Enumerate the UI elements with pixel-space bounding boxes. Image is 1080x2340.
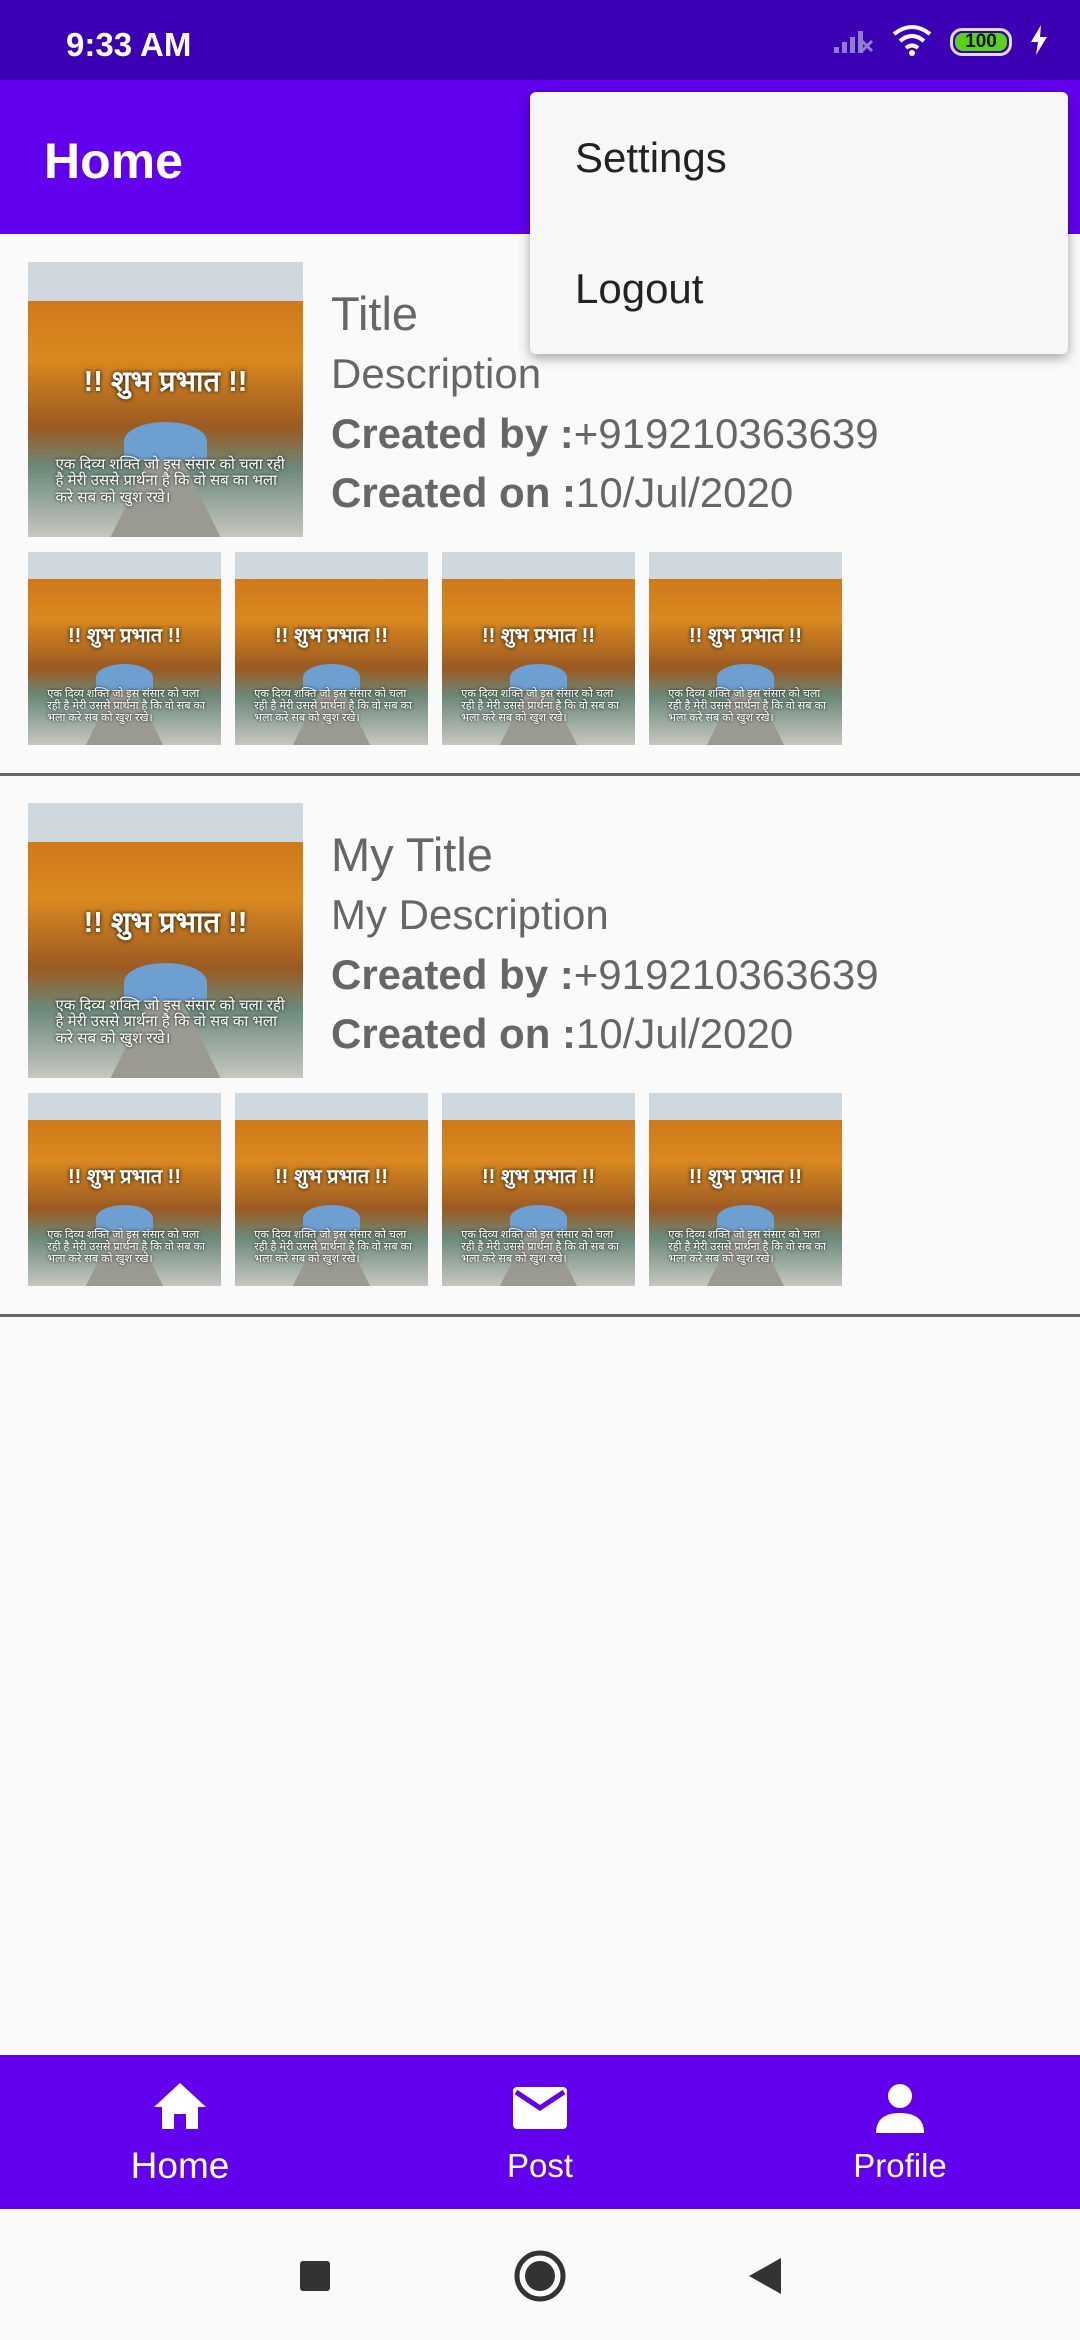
wifi-icon: [892, 24, 932, 61]
image-quote: एक दिव्य शक्ति जो इस संसार को चला रही है…: [254, 688, 412, 724]
image-greeting: !! शुभ प्रभात !!: [482, 625, 595, 648]
signal-icon: [832, 25, 874, 60]
post-gallery-image[interactable]: !! शुभ प्रभात !! एक दिव्य शक्ति जो इस सं…: [28, 1093, 221, 1286]
post-created-by: Created by :+919210363639: [331, 945, 879, 1004]
image-greeting: !! शुभ प्रभात !!: [275, 625, 388, 648]
created-by-label: Created by :: [331, 951, 574, 998]
post-gallery-image[interactable]: !! शुभ प्रभात !! एक दिव्य शक्ति जो इस सं…: [28, 552, 221, 745]
home-icon: [151, 2077, 209, 2135]
image-greeting: !! शुभ प्रभात !!: [275, 1166, 388, 1189]
post-gallery-image[interactable]: !! शुभ प्रभात !! एक दिव्य शक्ति जो इस सं…: [235, 1093, 428, 1286]
image-greeting: !! शुभ प्रभात !!: [68, 625, 181, 648]
post-gallery-image[interactable]: !! शुभ प्रभात !! एक दिव्य शक्ति जो इस सं…: [442, 552, 635, 745]
image-greeting: !! शुभ प्रभात !!: [482, 1166, 595, 1189]
mail-icon: [511, 2079, 569, 2137]
image-quote: एक दिव्य शक्ति जो इस संसार को चला रही है…: [461, 688, 619, 724]
charging-icon: [1030, 24, 1048, 60]
post-created-on: Created on :10/Jul/2020: [331, 463, 879, 522]
post-gallery-image[interactable]: !! शुभ प्रभात !! एक दिव्य शक्ति जो इस सं…: [235, 552, 428, 745]
menu-item-logout[interactable]: Logout: [530, 223, 1068, 354]
nav-label-profile: Profile: [853, 2147, 947, 2184]
image-greeting: !! शुभ प्रभात !!: [689, 1166, 802, 1189]
image-quote: एक दिव्य शक्ति जो इस संसार को चला रही है…: [461, 1229, 619, 1265]
nav-item-post[interactable]: Post: [360, 2055, 720, 2209]
system-navigation-bar: [0, 2209, 1080, 2340]
nav-label-post: Post: [506, 2147, 574, 2184]
image-quote: एक दिव्य शक्ति जो इस संसार को चला रही है…: [55, 997, 285, 1047]
image-quote: एक दिव्य शक्ति जो इस संसार को चला रही है…: [55, 456, 285, 506]
image-quote: एक दिव्य शक्ति जो इस संसार को चला रही है…: [47, 1229, 205, 1265]
post-gallery-image[interactable]: !! शुभ प्रभात !! एक दिव्य शक्ति जो इस सं…: [649, 1093, 842, 1286]
nav-item-home[interactable]: Home: [0, 2055, 360, 2209]
image-quote: एक दिव्य शक्ति जो इस संसार को चला रही है…: [47, 688, 205, 724]
overflow-menu: Settings Logout: [530, 92, 1068, 354]
back-triangle-icon[interactable]: [738, 2249, 792, 2303]
recents-square-icon[interactable]: [288, 2249, 342, 2303]
created-by-value: +919210363639: [573, 951, 879, 998]
page-title: Home: [44, 133, 183, 189]
menu-item-settings[interactable]: Settings: [530, 92, 1068, 223]
post-main-image[interactable]: !! शुभ प्रभात !! एक दिव्य शक्ति जो इस सं…: [28, 262, 303, 537]
created-on-value: 10/Jul/2020: [576, 1010, 794, 1057]
image-greeting: !! शुभ प्रभात !!: [83, 366, 248, 398]
image-greeting: !! शुभ प्रभात !!: [68, 1166, 181, 1189]
nav-label-home: Home: [130, 2145, 230, 2186]
status-time: 9:33 AM: [66, 26, 192, 63]
battery-icon: 100: [950, 28, 1012, 56]
image-quote: एक दिव्य शक्ति जो इस संसार को चला रही है…: [668, 688, 826, 724]
post-created-on: Created on :10/Jul/2020: [331, 1004, 879, 1063]
post-created-by: Created by :+919210363639: [331, 404, 879, 463]
nav-item-profile[interactable]: Profile: [720, 2055, 1080, 2209]
post-main-image[interactable]: !! शुभ प्रभात !! एक दिव्य शक्ति जो इस सं…: [28, 803, 303, 1078]
bottom-navigation: Home Post Profile: [0, 2055, 1080, 2209]
created-by-label: Created by :: [331, 410, 574, 457]
person-icon: [871, 2079, 929, 2137]
created-on-label: Created on :: [331, 1010, 577, 1057]
image-quote: एक दिव्य शक्ति जो इस संसार को चला रही है…: [254, 1229, 412, 1265]
created-on-label: Created on :: [331, 469, 577, 516]
image-greeting: !! शुभ प्रभात !!: [689, 625, 802, 648]
status-icons: 100: [832, 24, 1048, 60]
battery-level: 100: [965, 31, 997, 52]
post-gallery-image[interactable]: !! शुभ प्रभात !! एक दिव्य शक्ति जो इस सं…: [442, 1093, 635, 1286]
post-title: My Title: [331, 828, 493, 881]
post-details: My Title My Description Created by :+919…: [331, 825, 879, 1063]
post-card[interactable]: !! शुभ प्रभात !! एक दिव्य शक्ति जो इस सं…: [0, 775, 1080, 1317]
created-by-value: +919210363639: [573, 410, 879, 457]
image-greeting: !! शुभ प्रभात !!: [83, 907, 248, 939]
post-gallery-image[interactable]: !! शुभ प्रभात !! एक दिव्य शक्ति जो इस सं…: [649, 552, 842, 745]
home-circle-icon[interactable]: [513, 2249, 567, 2303]
post-description: My Description: [331, 891, 609, 938]
image-quote: एक दिव्य शक्ति जो इस संसार को चला रही है…: [668, 1229, 826, 1265]
created-on-value: 10/Jul/2020: [576, 469, 794, 516]
status-bar: 9:33 AM 100: [0, 0, 1080, 80]
